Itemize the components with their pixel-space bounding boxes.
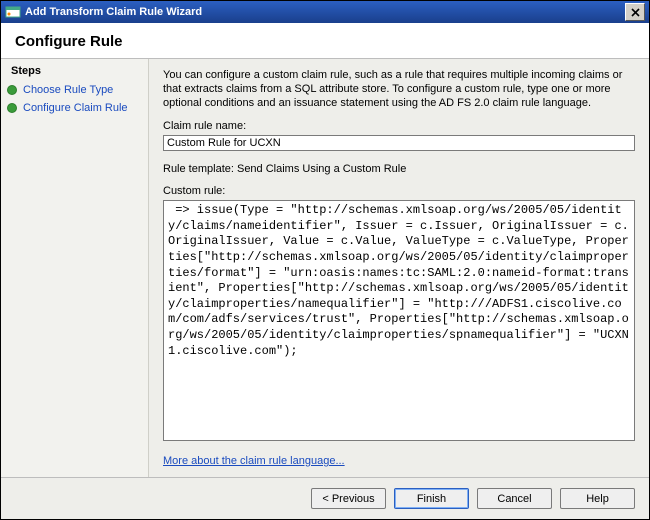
page-header: Configure Rule <box>1 23 649 59</box>
content-panel: You can configure a custom claim rule, s… <box>149 59 649 477</box>
footer-buttons: < Previous Finish Cancel Help <box>1 477 649 519</box>
steps-sidebar: Steps Choose Rule Type Configure Claim R… <box>1 59 149 477</box>
claim-rule-name-input[interactable] <box>163 135 635 151</box>
custom-rule-textarea[interactable] <box>163 200 635 441</box>
rule-template-text: Rule template: Send Claims Using a Custo… <box>163 163 635 175</box>
step-label: Configure Claim Rule <box>23 102 128 114</box>
previous-button[interactable]: < Previous <box>311 488 386 509</box>
step-choose-rule-type[interactable]: Choose Rule Type <box>1 81 148 99</box>
more-about-language-link[interactable]: More about the claim rule language... <box>163 455 635 467</box>
steps-heading: Steps <box>11 65 148 77</box>
page-title: Configure Rule <box>15 33 633 50</box>
close-icon <box>631 8 640 17</box>
bullet-icon <box>7 103 17 113</box>
step-label: Choose Rule Type <box>23 84 113 96</box>
titlebar: Add Transform Claim Rule Wizard <box>1 1 649 23</box>
instructions-text: You can configure a custom claim rule, s… <box>163 69 635 110</box>
claim-rule-name-label: Claim rule name: <box>163 120 635 132</box>
wizard-window: Add Transform Claim Rule Wizard Configur… <box>0 0 650 520</box>
finish-button[interactable]: Finish <box>394 488 469 509</box>
wizard-icon <box>5 4 21 20</box>
window-title: Add Transform Claim Rule Wizard <box>25 6 625 18</box>
close-button[interactable] <box>625 3 645 21</box>
cancel-button[interactable]: Cancel <box>477 488 552 509</box>
custom-rule-label: Custom rule: <box>163 185 635 197</box>
bullet-icon <box>7 85 17 95</box>
help-button[interactable]: Help <box>560 488 635 509</box>
body: Steps Choose Rule Type Configure Claim R… <box>1 59 649 477</box>
step-configure-claim-rule[interactable]: Configure Claim Rule <box>1 99 148 117</box>
